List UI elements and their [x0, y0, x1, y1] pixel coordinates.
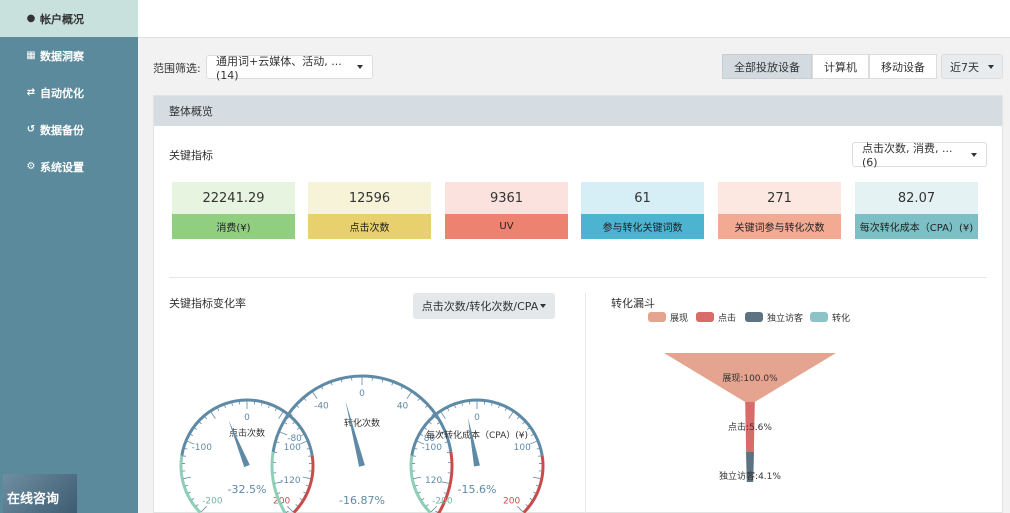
funnel-stage-label: 展现:100.0% [722, 373, 778, 384]
legend-swatch [696, 312, 714, 322]
legend-item: 点击 [696, 312, 736, 324]
legend-label: 独立访客 [767, 312, 803, 324]
legend-swatch [810, 312, 828, 322]
legend-label: 转化 [832, 312, 850, 324]
legend-swatch [745, 312, 763, 322]
legend-label: 展现 [670, 313, 688, 324]
funnel-stage-label: 独立访客:4.1% [719, 470, 781, 482]
legend-item: 展现 [648, 312, 688, 324]
legend-label: 点击 [718, 312, 736, 324]
legend-swatch [648, 312, 666, 322]
funnel-stage-label: 点击:5.6% [728, 421, 772, 433]
legend-item: 转化 [810, 312, 850, 324]
legend-item: 独立访客 [745, 312, 803, 324]
funnel-chart: 展现 点击 独立访客 转化展现:100.0% 点击:5.6% 独立访客:4.1% [648, 312, 850, 482]
